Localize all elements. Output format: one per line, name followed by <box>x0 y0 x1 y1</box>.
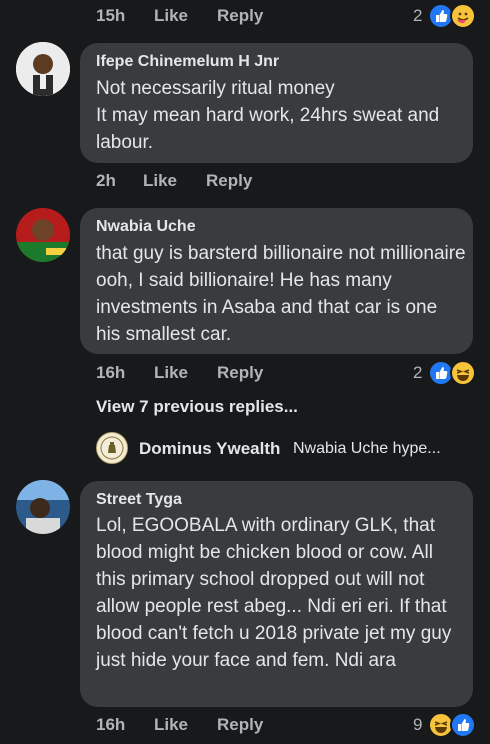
like-reaction-icon <box>450 712 476 738</box>
comment-author[interactable]: Nwabia Uche <box>96 218 196 236</box>
reply-preview-text[interactable]: Nwabia Uche hype... <box>293 440 441 458</box>
like-link[interactable]: Like <box>154 715 188 735</box>
comment-text: Lol, EGOOBALA with ordinary GLK, that bl… <box>96 515 452 671</box>
comment-text: Not necessarily ritual money It may mean… <box>96 78 440 153</box>
comment-time[interactable]: 15h <box>96 6 125 26</box>
avatar[interactable] <box>16 42 70 96</box>
reply-link[interactable]: Reply <box>206 171 252 191</box>
reaction-count[interactable]: 2 <box>413 6 422 26</box>
comment-author[interactable]: Street Tyga <box>96 491 182 509</box>
reaction-count[interactable]: 9 <box>413 715 422 735</box>
reaction-count[interactable]: 2 <box>413 363 422 383</box>
comment-time[interactable]: 2h <box>96 171 116 191</box>
comment-time[interactable]: 16h <box>96 715 125 735</box>
reply-link[interactable]: Reply <box>217 715 263 735</box>
comment-time[interactable]: 16h <box>96 363 125 383</box>
care-reaction-icon <box>450 3 476 29</box>
reply-link[interactable]: Reply <box>217 363 263 383</box>
avatar[interactable] <box>96 432 128 464</box>
like-link[interactable]: Like <box>154 363 188 383</box>
comment-text: that guy is barsterd billionaire not mil… <box>96 243 466 345</box>
reply-link[interactable]: Reply <box>217 6 263 26</box>
like-link[interactable]: Like <box>143 171 177 191</box>
view-previous-replies-link[interactable]: View 7 previous replies... <box>96 397 298 417</box>
comment-author[interactable]: Ifepe Chinemelum H Jnr <box>96 53 279 71</box>
avatar[interactable] <box>16 208 70 262</box>
avatar[interactable] <box>16 480 70 534</box>
reply-preview-author[interactable]: Dominus Ywealth <box>139 439 280 459</box>
haha-reaction-icon <box>450 360 476 386</box>
like-link[interactable]: Like <box>154 6 188 26</box>
